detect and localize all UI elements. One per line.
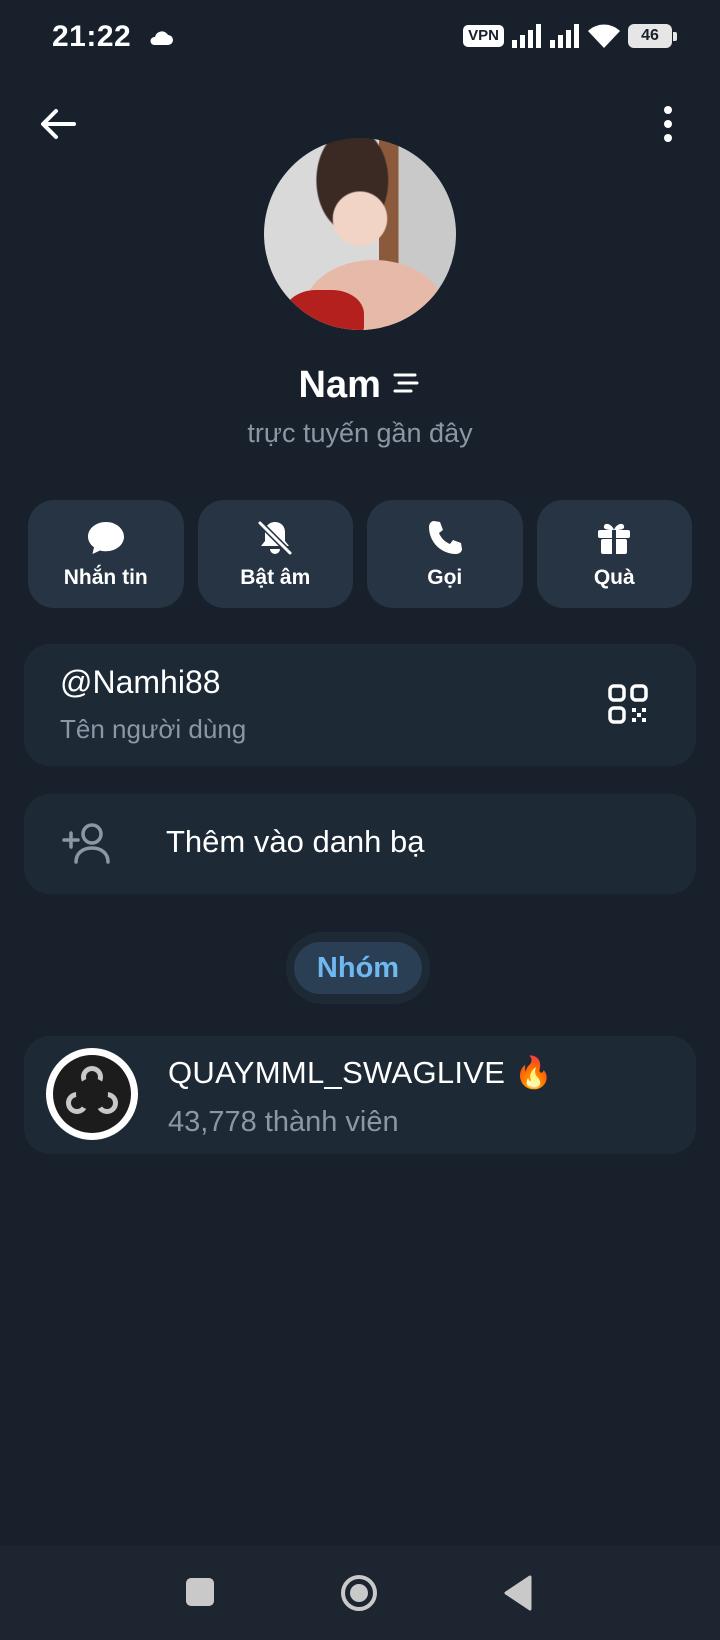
vpn-badge: VPN — [463, 25, 504, 47]
add-contact-label: Thêm vào danh bạ — [166, 824, 425, 859]
groups-tab[interactable]: Nhóm — [286, 932, 430, 1004]
battery-icon: 46 — [628, 24, 677, 48]
wind-emoji-icon — [393, 373, 419, 393]
message-button[interactable]: Nhắn tin — [28, 500, 184, 608]
status-indicators: VPN 46 — [463, 24, 677, 48]
signal-icon — [550, 24, 579, 48]
qr-code-button[interactable] — [608, 684, 648, 724]
phone-icon — [428, 521, 462, 554]
obs-logo-icon — [62, 1064, 122, 1124]
profile-avatar[interactable] — [264, 138, 456, 330]
call-label: Gọi — [427, 566, 463, 589]
call-button[interactable]: Gọi — [367, 500, 523, 608]
groups-chip[interactable]: Nhóm — [294, 942, 422, 994]
unmute-label: Bật âm — [240, 566, 311, 589]
group-name: QUAYMML_SWAGLIVE 🔥 — [168, 1055, 554, 1090]
profile-name: Nam — [0, 364, 720, 407]
group-avatar — [46, 1048, 138, 1140]
cloud-icon — [150, 31, 174, 46]
more-vertical-icon — [664, 106, 672, 142]
qr-code-icon — [608, 684, 648, 724]
bell-off-icon — [258, 520, 293, 556]
arrow-left-icon — [41, 109, 76, 139]
group-member-count: 43,778 thành viên — [168, 1106, 399, 1138]
nav-back-button[interactable] — [502, 1574, 534, 1612]
message-label: Nhắn tin — [63, 566, 148, 589]
gift-button[interactable]: Quà — [536, 500, 692, 608]
add-user-icon — [62, 820, 112, 868]
username-label: Tên người dùng — [60, 714, 247, 744]
gift-label: Quà — [593, 566, 635, 589]
chat-bubble-icon — [87, 522, 124, 554]
recents-button[interactable] — [186, 1578, 214, 1606]
back-button[interactable] — [36, 102, 80, 146]
signal-icon — [512, 24, 541, 48]
home-circle-icon — [341, 1575, 377, 1611]
username-card[interactable]: @Namhi88 Tên người dùng — [24, 644, 696, 766]
wifi-icon — [588, 24, 620, 48]
gift-icon — [598, 523, 631, 554]
add-contact-button[interactable]: Thêm vào danh bạ — [24, 794, 696, 894]
unmute-button[interactable]: Bật âm — [197, 500, 353, 608]
username-value: @Namhi88 — [60, 664, 221, 700]
home-button[interactable] — [340, 1574, 378, 1612]
profile-status: trực tuyến gần đây — [247, 418, 473, 448]
status-time: 21:22 — [52, 20, 174, 54]
more-options-button[interactable] — [656, 102, 680, 146]
action-buttons: Nhắn tin Bật âm Gọi Quà — [28, 500, 692, 608]
triangle-back-icon — [504, 1575, 532, 1611]
group-list-item[interactable]: QUAYMML_SWAGLIVE 🔥 43,778 thành viên — [24, 1036, 696, 1154]
